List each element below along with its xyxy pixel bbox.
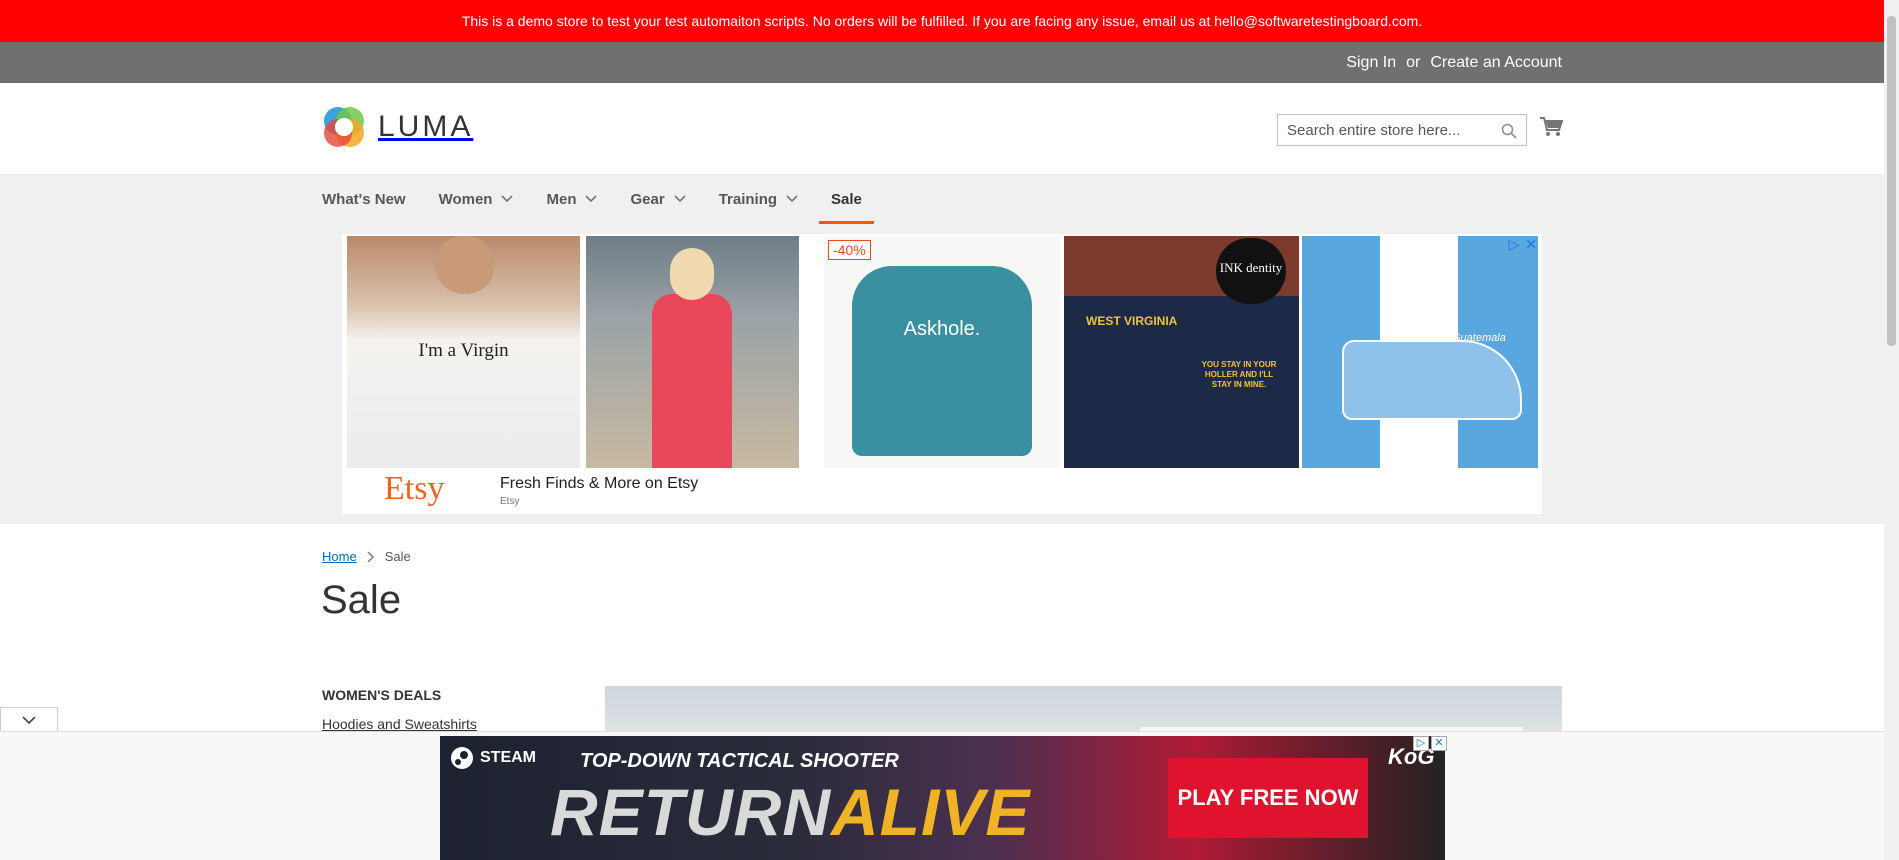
search-icon[interactable] (1501, 123, 1517, 144)
close-icon[interactable]: ✕ (1431, 736, 1447, 751)
scrollbar-thumb[interactable] (1887, 16, 1896, 346)
nav-item-sale[interactable]: Sale (819, 174, 874, 224)
play-free-button[interactable]: PLAY FREE NOW (1168, 758, 1368, 838)
main-nav: What's New Women Men Gear Training Sale (322, 174, 895, 224)
sale-hero-banner[interactable] (605, 686, 1562, 736)
ad2-choices: ▷ ✕ (1413, 736, 1447, 751)
luma-logo[interactable]: LUMA (322, 105, 473, 149)
nav-item-men[interactable]: Men (546, 174, 598, 224)
breadcrumb-home[interactable]: Home (322, 549, 357, 564)
ad-shirt-text: YOU STAY IN YOUR HOLLER AND I'LL STAY IN… (1201, 360, 1277, 389)
ad-choices-icon[interactable]: ▷ (1413, 736, 1429, 751)
chevron-down-icon (22, 716, 36, 724)
ad-game-title: RETURNALIVE (550, 774, 1030, 850)
game-ad-banner[interactable]: STEAM TOP-DOWN TACTICAL SHOOTER RETURNAL… (440, 736, 1445, 860)
chevron-down-icon (501, 195, 514, 203)
search-box (1277, 114, 1527, 146)
ad-shoe-text: Guatemala (1452, 332, 1506, 344)
ad-shirt-text: Askhole. (903, 318, 981, 340)
ad-product-image-4[interactable]: WEST VIRGINIA YOU STAY IN YOUR HOLLER AN… (1064, 236, 1299, 468)
ad-shirt-text: I'm a Virgin (418, 340, 509, 361)
nav-item-whats-new[interactable]: What's New (322, 174, 406, 224)
chevron-down-icon (674, 195, 686, 203)
nav-item-training[interactable]: Training (719, 174, 798, 224)
create-account-link[interactable]: Create an Account (1430, 54, 1562, 72)
sidebar-title: WOMEN'S DEALS (322, 687, 442, 703)
logo-text: LUMA (378, 110, 474, 143)
ad-sponsor: Etsy (500, 496, 520, 507)
nav-label: Gear (630, 190, 665, 208)
steam-text: STEAM (480, 749, 536, 766)
close-icon[interactable]: ✕ (1525, 236, 1537, 253)
etsy-logo: Etsy (384, 470, 445, 507)
breadcrumb: Home Sale (322, 549, 411, 564)
steam-icon (451, 747, 473, 769)
ad-choices: ▷ ✕ (1508, 236, 1537, 253)
luma-logo-icon (324, 107, 364, 147)
nav-item-gear[interactable]: Gear (630, 174, 686, 224)
ad-game-title-b: ALIVE (831, 775, 1031, 849)
page-title: Sale (321, 578, 402, 622)
steam-logo: STEAM (450, 746, 536, 770)
nav-item-women[interactable]: Women (439, 174, 514, 224)
ad-choices-icon[interactable]: ▷ (1508, 236, 1519, 253)
or-text: or (1406, 53, 1421, 71)
search-input[interactable] (1278, 115, 1488, 145)
etsy-ad-banner[interactable]: I'm a Virgin -40% Askhole. WEST VIRGINIA… (342, 234, 1542, 514)
ad-product-image-3[interactable]: -40% Askhole. (824, 236, 1060, 468)
nav-label: What's New (322, 190, 406, 208)
chevron-down-icon (585, 195, 598, 203)
cart-icon[interactable] (1539, 116, 1564, 143)
nav-label: Men (546, 190, 577, 208)
nav-label: Sale (831, 190, 862, 208)
chevron-down-icon (786, 195, 798, 203)
top-links-bar: Sign In or Create an Account (0, 42, 1884, 83)
ad-product-image-1[interactable]: I'm a Virgin (347, 236, 580, 468)
ad-shirt-text: WEST VIRGINIA (1086, 314, 1178, 328)
chevron-right-icon (367, 551, 374, 562)
ad-game-title-a: RETURN (550, 775, 831, 849)
sidebar-link-hoodies[interactable]: Hoodies and Sweatshirts (322, 716, 477, 732)
sign-in-link[interactable]: Sign In (1346, 54, 1396, 72)
breadcrumb-current: Sale (384, 549, 411, 564)
ad-tagline: TOP-DOWN TACTICAL SHOOTER (580, 750, 899, 772)
nav-label: Women (438, 190, 493, 208)
ad-product-image-5[interactable]: Guatemala (1302, 236, 1538, 468)
ad-badge: -40% (828, 240, 871, 260)
demo-notice-text: This is a demo store to test your test a… (461, 13, 1423, 29)
site-header: LUMA (0, 83, 1884, 174)
demo-notice-bar: This is a demo store to test your test a… (0, 0, 1884, 42)
ad-brand-badge: INK dentity (1216, 238, 1286, 304)
ad-title[interactable]: Fresh Finds & More on Etsy (500, 475, 698, 493)
ad-product-image-2[interactable] (586, 236, 799, 468)
ad-footer: Etsy Fresh Finds & More on Etsy Etsy (342, 468, 1542, 514)
collapse-ad-button[interactable] (0, 707, 58, 732)
nav-label: Training (718, 190, 778, 208)
